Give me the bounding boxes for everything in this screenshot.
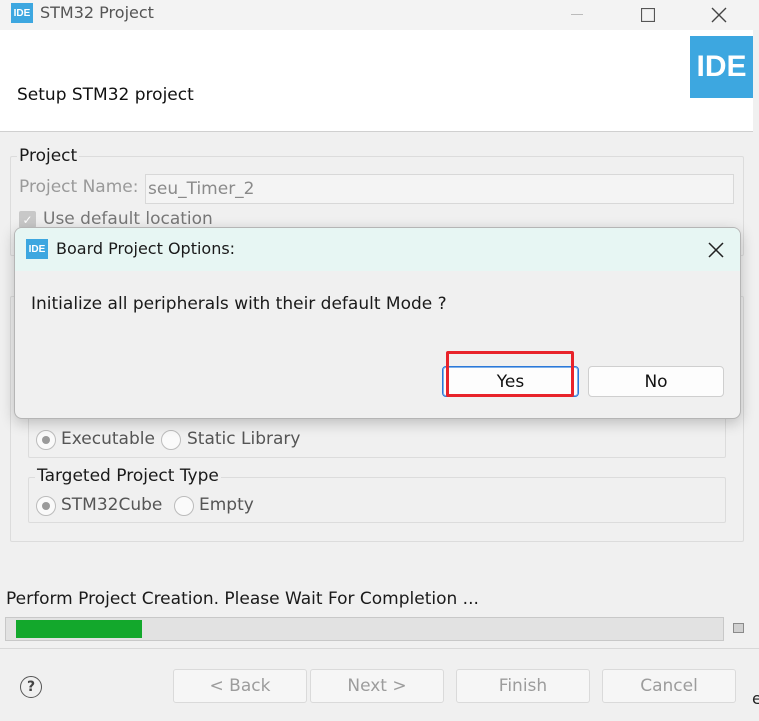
dialog-close-button[interactable] <box>700 234 732 266</box>
help-icon[interactable]: ? <box>20 676 42 698</box>
cancel-button[interactable]: Cancel <box>602 669 736 703</box>
close-window-button[interactable] <box>696 0 742 30</box>
stop-icon[interactable] <box>733 623 744 633</box>
project-type-group-title: Targeted Project Type <box>35 466 221 486</box>
back-button[interactable]: < Back <box>173 669 307 703</box>
footer-divider <box>0 648 759 649</box>
empty-radio[interactable] <box>174 496 194 516</box>
window-title: STM32 Project <box>40 3 154 22</box>
status-text: Perform Project Creation. Please Wait Fo… <box>6 589 479 609</box>
minimize-button[interactable] <box>554 0 600 30</box>
finish-button[interactable]: Finish <box>456 669 590 703</box>
no-button[interactable]: No <box>588 366 724 397</box>
progress-bar <box>5 617 724 641</box>
wizard-heading: Setup STM32 project <box>17 85 194 105</box>
dialog-title: Board Project Options: <box>56 239 236 258</box>
stm32cube-label: STM32Cube <box>61 495 163 515</box>
empty-label: Empty <box>199 495 254 515</box>
app-logo-icon: IDE <box>11 3 33 23</box>
project-name-label: Project Name: <box>19 177 139 197</box>
use-default-location-checkbox[interactable]: ✓ <box>19 211 36 228</box>
window-titlebar: IDE STM32 Project <box>0 0 759 30</box>
dialog-message: Initialize all peripherals with their de… <box>31 294 447 314</box>
minimize-icon <box>571 14 583 15</box>
stm32cube-radio[interactable] <box>36 496 56 516</box>
maximize-icon <box>641 8 655 22</box>
project-group-title: Project <box>17 146 80 166</box>
ide-logo: IDE <box>690 36 753 98</box>
executable-label: Executable <box>61 429 155 449</box>
dialog-titlebar: IDE Board Project Options: <box>15 228 740 271</box>
yes-highlight-box <box>446 351 574 397</box>
close-icon <box>708 242 724 258</box>
executable-radio[interactable] <box>36 430 56 450</box>
close-icon <box>711 7 727 23</box>
board-options-dialog: IDE Board Project Options: Initialize al… <box>14 227 741 419</box>
next-button[interactable]: Next > <box>310 669 444 703</box>
wizard-header: IDE Setup STM32 project <box>0 30 753 132</box>
static-library-radio[interactable] <box>161 430 181 450</box>
use-default-location-label: Use default location <box>43 209 213 229</box>
dialog-logo-icon: IDE <box>26 239 48 259</box>
project-name-field[interactable]: seu_Timer_2 <box>145 174 734 204</box>
edge-text-fragment: e <box>752 689 759 708</box>
maximize-button[interactable] <box>625 0 671 30</box>
static-library-label: Static Library <box>187 429 301 449</box>
progress-fill <box>16 620 142 638</box>
